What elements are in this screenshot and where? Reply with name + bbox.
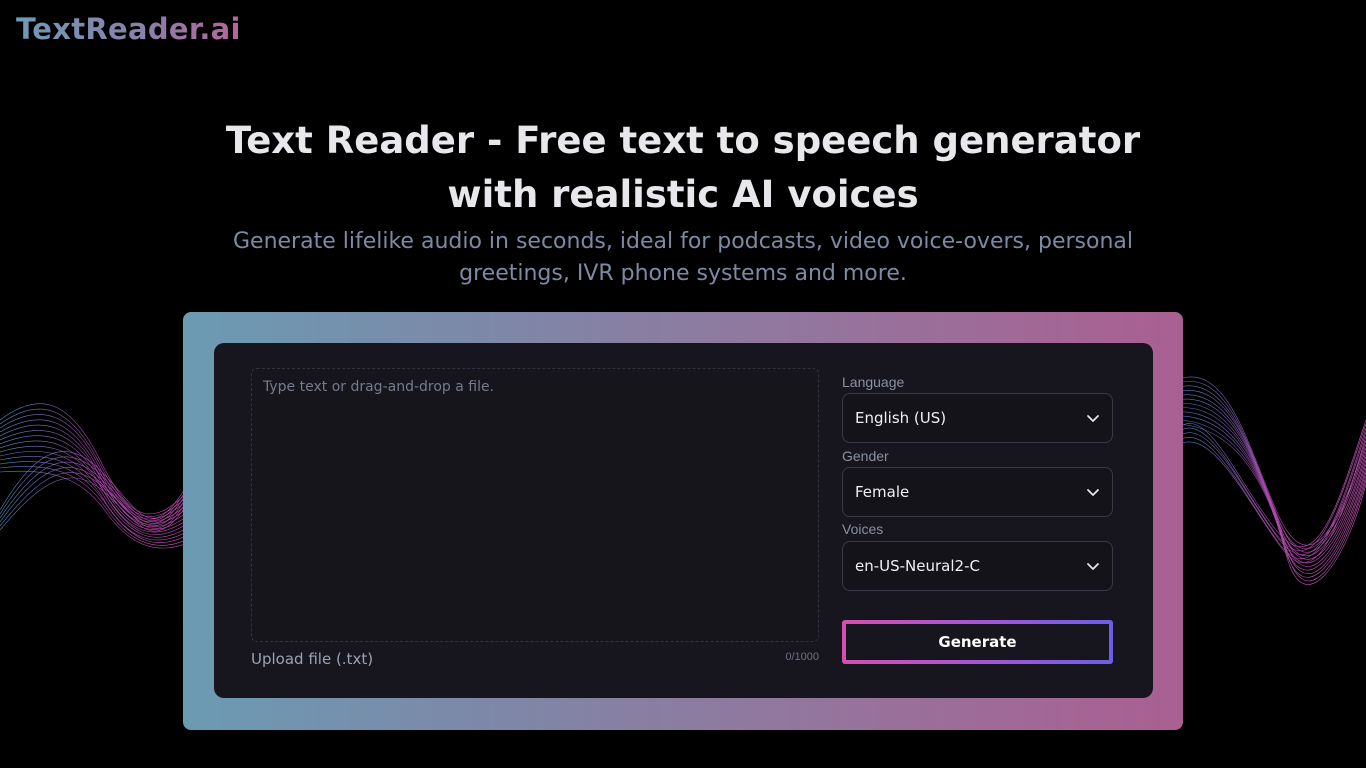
tts-card: Type text or drag-and-drop a file. Uploa… — [214, 343, 1153, 698]
gender-label: Gender — [842, 448, 889, 464]
text-input-area[interactable]: Type text or drag-and-drop a file. — [251, 368, 819, 642]
gender-value: Female — [855, 483, 910, 501]
gender-select[interactable]: Female — [842, 467, 1113, 517]
voices-value: en-US-Neural2-C — [855, 557, 980, 575]
language-select[interactable]: English (US) — [842, 393, 1113, 443]
chevron-down-icon — [1087, 563, 1099, 570]
upload-file-link[interactable]: Upload file (.txt) — [251, 650, 373, 668]
sound-wave-decoration-left — [0, 403, 190, 549]
sound-wave-decoration-right — [1176, 376, 1366, 585]
voices-select[interactable]: en-US-Neural2-C — [842, 541, 1113, 591]
character-counter: 0/1000 — [785, 651, 819, 663]
page-title: Text Reader - Free text to speech genera… — [225, 119, 1141, 216]
chevron-down-icon — [1087, 489, 1099, 496]
language-label: Language — [842, 374, 905, 390]
page-subtitle: Generate lifelike audio in seconds, idea… — [233, 229, 1133, 286]
tts-card-frame: Type text or drag-and-drop a file. Uploa… — [183, 312, 1183, 730]
brand-logo[interactable]: TextReader.ai — [16, 12, 241, 46]
generate-button-label: Generate — [846, 624, 1109, 660]
chevron-down-icon — [1087, 415, 1099, 422]
text-input-placeholder: Type text or drag-and-drop a file. — [263, 379, 495, 395]
voices-label: Voices — [842, 521, 884, 537]
generate-button[interactable]: Generate — [842, 620, 1113, 664]
language-value: English (US) — [855, 409, 947, 427]
page: TextReader.ai Text Reader - Free text to… — [0, 0, 1366, 768]
